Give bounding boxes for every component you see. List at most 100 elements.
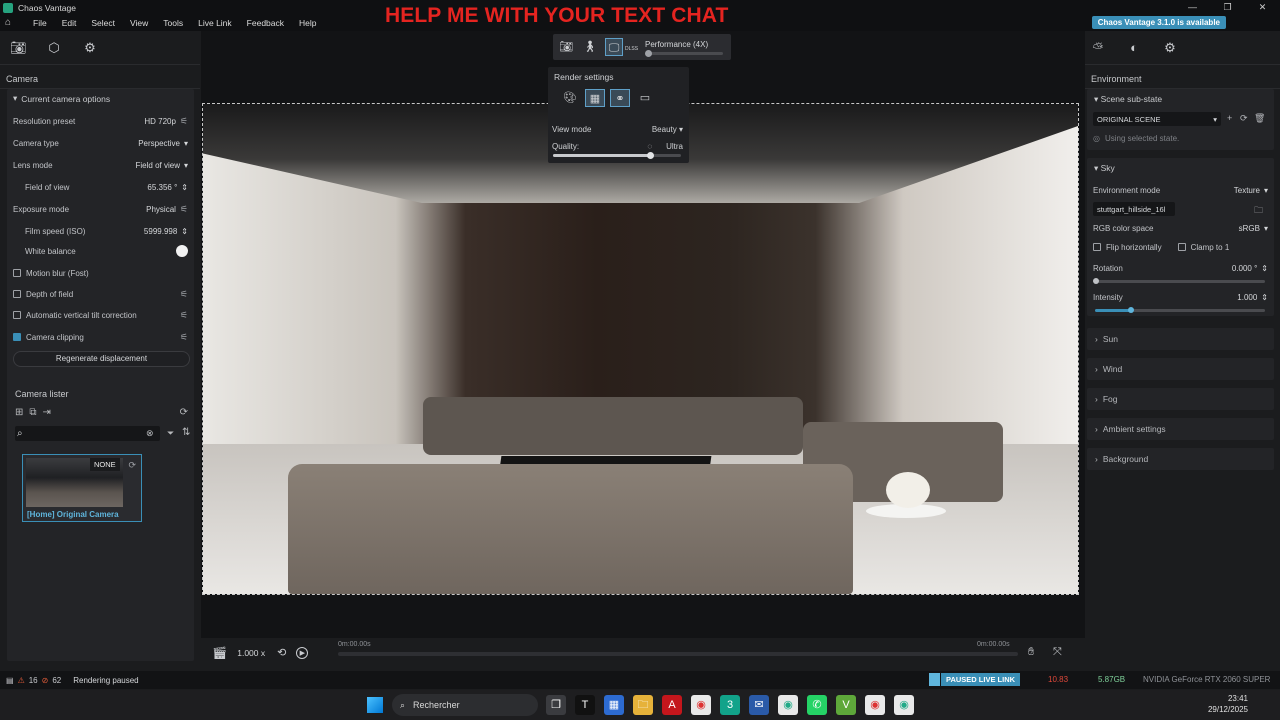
- clamp-checkbox[interactable]: [1177, 243, 1186, 251]
- chrome-profile-icon[interactable]: ◉: [778, 695, 798, 715]
- iso-input[interactable]: 5999.998: [144, 227, 177, 236]
- frame-icon[interactable]: ▭: [635, 89, 655, 107]
- add-camera-icon[interactable]: ⊞: [15, 407, 23, 418]
- update-available-badge[interactable]: Chaos Vantage 3.1.0 is available: [1091, 16, 1226, 29]
- refresh-camera-icon[interactable]: ⟳: [180, 407, 188, 418]
- warning-icon[interactable]: ⚠: [18, 676, 25, 685]
- background-section[interactable]: › Background: [1087, 448, 1274, 470]
- view-mode-select[interactable]: Beauty: [652, 125, 677, 134]
- camera-type-select[interactable]: Perspective: [138, 139, 180, 148]
- menu-help[interactable]: Help: [299, 18, 316, 28]
- sort-icon[interactable]: ⇅: [182, 427, 190, 438]
- clapperboard-icon[interactable]: 🎬︎: [212, 646, 227, 660]
- effects-icon[interactable]: ⚭: [610, 89, 630, 107]
- stepper-icon[interactable]: ⇕: [181, 183, 188, 192]
- screenshot-icon[interactable]: 📷︎: [557, 38, 575, 56]
- regenerate-displacement-button[interactable]: Regenerate displacement: [13, 351, 190, 367]
- menu-feedback[interactable]: Feedback: [247, 18, 284, 28]
- autocad-icon[interactable]: A: [662, 695, 682, 715]
- fit-view-icon[interactable]: ⤧: [1053, 646, 1062, 659]
- windows-start-icon[interactable]: [367, 697, 383, 713]
- wind-section[interactable]: › Wind: [1087, 358, 1274, 380]
- import-camera-icon[interactable]: ⇥: [43, 407, 51, 418]
- sliders-icon[interactable]: ⚟: [180, 289, 188, 300]
- intensity-input[interactable]: 1.000: [1237, 293, 1257, 302]
- chrome-alt2-icon[interactable]: ◉: [894, 695, 914, 715]
- camera-tab-icon[interactable]: 📷︎: [10, 40, 27, 56]
- motion-blur-checkbox[interactable]: [13, 269, 21, 277]
- environment-tab-icon[interactable]: ⛅︎: [1090, 40, 1106, 56]
- taskbar-clock[interactable]: 23:41 29/12/2025: [1208, 693, 1248, 715]
- palette-icon[interactable]: 🎨︎: [560, 89, 580, 107]
- timeline-scrubber[interactable]: [338, 652, 1018, 656]
- scene-substate-header[interactable]: ▾ Scene sub-state: [1094, 94, 1162, 105]
- menu-view[interactable]: View: [130, 18, 148, 28]
- flip-horizontally-checkbox[interactable]: [1093, 243, 1101, 251]
- exposure-select[interactable]: Physical: [146, 205, 176, 214]
- clipping-checkbox[interactable]: [13, 333, 21, 341]
- tilt-checkbox[interactable]: [13, 311, 21, 319]
- chrome-icon[interactable]: ◉: [691, 695, 711, 715]
- playback-speed[interactable]: 1.000 x: [237, 648, 265, 658]
- render-frame[interactable]: [202, 103, 1079, 595]
- stepper-icon[interactable]: ⇕: [181, 227, 188, 236]
- sliders-icon[interactable]: ⚟: [180, 204, 188, 215]
- play-button[interactable]: ▶: [296, 646, 309, 659]
- color-space-select[interactable]: sRGB: [1239, 224, 1260, 233]
- sun-section[interactable]: › Sun: [1087, 328, 1274, 350]
- original-scene-select[interactable]: ORIGINAL SCENE ▾: [1093, 112, 1221, 126]
- store-icon[interactable]: ▦: [604, 695, 624, 715]
- hand-tool-icon[interactable]: ✋︎: [1028, 646, 1034, 659]
- delete-state-icon[interactable]: 🗑︎: [1254, 113, 1265, 124]
- menu-edit[interactable]: Edit: [62, 18, 77, 28]
- rotation-slider-handle[interactable]: [1093, 278, 1099, 284]
- chrome-alt-icon[interactable]: ◉: [865, 695, 885, 715]
- whatsapp-icon[interactable]: ✆: [807, 695, 827, 715]
- ambient-section[interactable]: › Ambient settings: [1087, 418, 1274, 440]
- tradingview-icon[interactable]: T: [575, 695, 595, 715]
- menu-tools[interactable]: Tools: [163, 18, 183, 28]
- fog-section[interactable]: › Fog: [1087, 388, 1274, 410]
- fov-input[interactable]: 65.356 °: [147, 183, 177, 192]
- filter-icon[interactable]: ⏷: [167, 428, 174, 439]
- task-view-icon[interactable]: ❐: [546, 695, 566, 715]
- live-link-badge[interactable]: PAUSED LIVE LINK: [941, 673, 1021, 686]
- dof-checkbox[interactable]: [13, 290, 21, 298]
- sync-state-icon[interactable]: ⟳: [1240, 113, 1248, 124]
- add-state-icon[interactable]: +: [1227, 113, 1232, 123]
- sliders-icon[interactable]: ⚟: [180, 116, 188, 127]
- walk-mode-icon[interactable]: 🚶︎: [581, 38, 599, 56]
- rotation-slider[interactable]: [1095, 280, 1265, 283]
- monitor-icon[interactable]: 🖵: [605, 38, 623, 56]
- camera-search-input[interactable]: [15, 426, 160, 441]
- sketchup-icon[interactable]: 3: [720, 695, 740, 715]
- quality-slider[interactable]: [553, 154, 681, 157]
- camera-options-header[interactable]: ▾ Current camera options: [13, 93, 110, 104]
- sliders-icon[interactable]: ⚟: [180, 332, 188, 343]
- taskbar-search[interactable]: ⌕ Rechercher: [392, 694, 538, 716]
- minimize-button[interactable]: —: [1175, 0, 1210, 15]
- lens-mode-select[interactable]: Field of view: [136, 161, 180, 170]
- intensity-slider-handle[interactable]: [1128, 307, 1134, 313]
- lighting-icon[interactable]: ▦: [585, 89, 605, 107]
- home-icon[interactable]: ⌂: [5, 18, 17, 28]
- loop-icon[interactable]: ⟲: [277, 646, 286, 659]
- performance-slider[interactable]: [647, 52, 723, 55]
- chat-app-icon[interactable]: ✉: [749, 695, 769, 715]
- material-tab-icon[interactable]: ⚙: [82, 40, 98, 56]
- camera-thumbnail[interactable]: NONE ⟳ [Home] Original Camera: [22, 454, 142, 522]
- sliders-icon[interactable]: ⚟: [180, 310, 188, 321]
- maximize-button[interactable]: ❐: [1210, 0, 1245, 15]
- object-tab-icon[interactable]: ⬡: [46, 40, 62, 56]
- settings-tab-icon[interactable]: ⚙: [1162, 40, 1178, 56]
- performance-slider-handle[interactable]: [645, 50, 652, 57]
- env-mode-select[interactable]: Texture: [1234, 186, 1260, 195]
- close-button[interactable]: ✕: [1245, 0, 1280, 15]
- error-icon[interactable]: ⊘: [42, 676, 49, 685]
- clear-search-icon[interactable]: ⊗: [146, 428, 154, 439]
- menu-live-link[interactable]: Live Link: [198, 18, 232, 28]
- vantage-taskbar-icon[interactable]: V: [836, 695, 856, 715]
- post-effects-tab-icon[interactable]: ◐: [1126, 40, 1142, 56]
- file-explorer-icon[interactable]: 🗀: [633, 695, 653, 715]
- log-icon[interactable]: ▤: [6, 676, 14, 685]
